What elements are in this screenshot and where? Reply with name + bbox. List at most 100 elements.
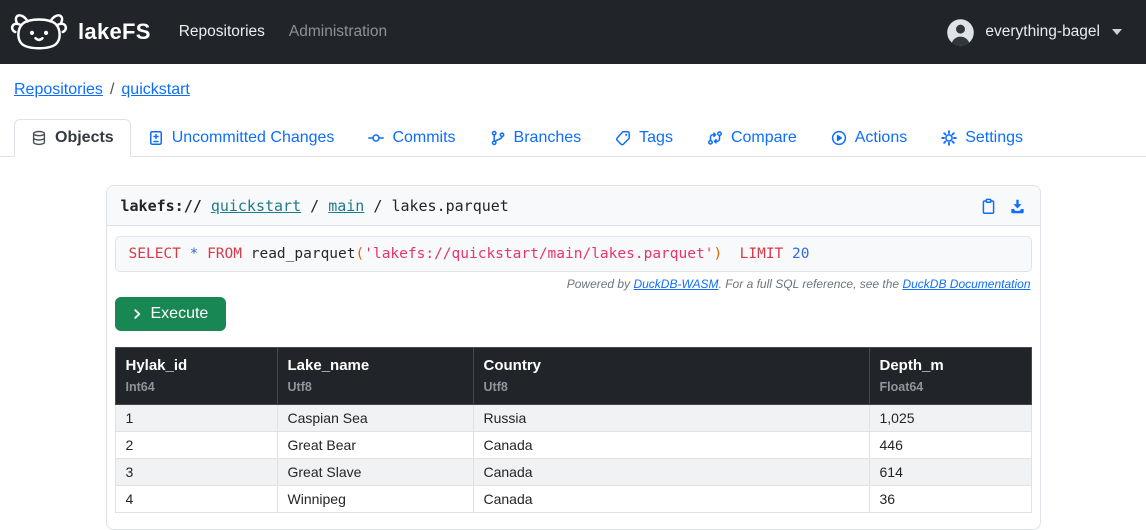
sql-paren-open: ( xyxy=(356,246,365,262)
chevron-right-icon xyxy=(133,308,142,320)
gear-icon xyxy=(941,130,957,146)
tab-commits-label: Commits xyxy=(392,129,455,147)
tab-tags[interactable]: Tags xyxy=(598,119,690,157)
sql-keyword-select: SELECT xyxy=(129,246,190,262)
column-header: Hylak_id Int64 xyxy=(115,348,277,405)
path-filename: lakes.parquet xyxy=(391,197,508,215)
tab-uncommitted-changes[interactable]: Uncommitted Changes xyxy=(131,119,352,157)
powered-by-note: Powered by DuckDB-WASM. For a full SQL r… xyxy=(116,277,1031,291)
tab-objects[interactable]: Objects xyxy=(14,119,131,157)
column-type: Utf8 xyxy=(484,380,859,394)
tab-compare[interactable]: Compare xyxy=(690,119,814,157)
object-viewer-card: lakefs:// quickstart / main / lakes.parq… xyxy=(106,185,1041,530)
tab-branches-label: Branches xyxy=(514,129,582,147)
path-separator: / xyxy=(364,197,391,215)
sql-paren-close: ) xyxy=(713,246,722,262)
cell-hylak-id: 2 xyxy=(115,432,277,459)
column-header: Depth_m Float64 xyxy=(869,348,1031,405)
tab-tags-label: Tags xyxy=(639,129,673,147)
path-scheme: lakefs:// xyxy=(121,197,211,215)
lakefs-axolotl-logo-icon xyxy=(10,10,68,54)
table-row: 4 Winnipeg Canada 36 xyxy=(115,486,1031,513)
breadcrumb-separator: / xyxy=(110,81,114,98)
path-branch-link[interactable]: main xyxy=(328,197,364,215)
tab-actions-label: Actions xyxy=(855,129,907,147)
sql-function: read_parquet xyxy=(251,246,356,262)
column-name: Country xyxy=(484,357,859,374)
table-row: 2 Great Bear Canada 446 xyxy=(115,432,1031,459)
file-diff-icon xyxy=(148,130,164,146)
cell-country: Canada xyxy=(473,486,869,513)
cell-lake-name: Winnipeg xyxy=(277,486,473,513)
clipboard-icon xyxy=(980,198,997,215)
execute-button[interactable]: Execute xyxy=(115,297,227,331)
copy-path-button[interactable] xyxy=(980,198,997,215)
nav-item-administration[interactable]: Administration xyxy=(289,23,387,41)
breadcrumb-repo-link[interactable]: quickstart xyxy=(121,81,189,98)
tab-uncommitted-changes-label: Uncommitted Changes xyxy=(172,129,335,147)
cell-hylak-id: 1 xyxy=(115,405,277,432)
tag-icon xyxy=(615,130,631,146)
path-separator: / xyxy=(301,197,328,215)
sql-keyword-limit: LIMIT xyxy=(722,246,792,262)
tab-branches[interactable]: Branches xyxy=(473,119,599,157)
download-icon xyxy=(1009,198,1026,215)
table-header-row: Hylak_id Int64 Lake_name Utf8 Country Ut… xyxy=(115,348,1031,405)
cell-depth-m: 36 xyxy=(869,486,1031,513)
nav-item-repositories[interactable]: Repositories xyxy=(179,23,265,41)
query-results-table: Hylak_id Int64 Lake_name Utf8 Country Ut… xyxy=(115,347,1032,513)
object-path: lakefs:// quickstart / main / lakes.parq… xyxy=(121,197,509,215)
breadcrumb-repositories-link[interactable]: Repositories xyxy=(14,81,103,98)
tab-objects-label: Objects xyxy=(55,129,114,147)
column-name: Lake_name xyxy=(288,357,463,374)
cell-hylak-id: 3 xyxy=(115,459,277,486)
cell-lake-name: Caspian Sea xyxy=(277,405,473,432)
sql-star: * xyxy=(190,246,207,262)
cell-lake-name: Great Slave xyxy=(277,459,473,486)
table-row: 1 Caspian Sea Russia 1,025 xyxy=(115,405,1031,432)
download-object-button[interactable] xyxy=(1009,198,1026,215)
column-header: Lake_name Utf8 xyxy=(277,348,473,405)
tab-compare-label: Compare xyxy=(731,129,797,147)
execute-button-label: Execute xyxy=(151,305,209,323)
avatar xyxy=(946,18,975,47)
path-repo-link[interactable]: quickstart xyxy=(211,197,301,215)
brand-title: lakeFS xyxy=(78,19,151,45)
cell-depth-m: 614 xyxy=(869,459,1031,486)
cell-country: Canada xyxy=(473,432,869,459)
sql-keyword-from: FROM xyxy=(207,246,251,262)
column-type: Int64 xyxy=(126,380,267,394)
table-row: 3 Great Slave Canada 614 xyxy=(115,459,1031,486)
tab-settings[interactable]: Settings xyxy=(924,119,1040,157)
duckdb-documentation-link[interactable]: DuckDB Documentation xyxy=(902,277,1030,291)
cell-country: Russia xyxy=(473,405,869,432)
powered-by-middle: . For a full SQL reference, see the xyxy=(719,277,903,291)
column-type: Utf8 xyxy=(288,380,463,394)
column-name: Hylak_id xyxy=(126,357,267,374)
object-viewer-body: SELECT * FROM read_parquet('lakefs://qui… xyxy=(107,226,1040,529)
database-icon xyxy=(31,130,47,146)
tab-actions[interactable]: Actions xyxy=(814,119,924,157)
tab-settings-label: Settings xyxy=(965,129,1023,147)
user-menu[interactable]: everything-bagel xyxy=(946,18,1122,47)
cell-hylak-id: 4 xyxy=(115,486,277,513)
sql-string-literal: 'lakefs://quickstart/main/lakes.parquet' xyxy=(364,246,713,262)
object-path-header: lakefs:// quickstart / main / lakes.parq… xyxy=(107,186,1040,226)
duckdb-wasm-link[interactable]: DuckDB-WASM xyxy=(633,277,718,291)
powered-by-prefix: Powered by xyxy=(567,277,634,291)
cell-country: Canada xyxy=(473,459,869,486)
top-navbar: lakeFS Repositories Administration every… xyxy=(0,0,1146,64)
username: everything-bagel xyxy=(985,23,1100,41)
repository-tabs: Objects Uncommitted Changes Commits Bran… xyxy=(0,119,1146,157)
cell-lake-name: Great Bear xyxy=(277,432,473,459)
sql-number-literal: 20 xyxy=(792,246,809,262)
cell-depth-m: 1,025 xyxy=(869,405,1031,432)
column-type: Float64 xyxy=(880,380,1021,394)
column-name: Depth_m xyxy=(880,357,1021,374)
breadcrumb: Repositories / quickstart xyxy=(14,81,1146,99)
sql-query-input[interactable]: SELECT * FROM read_parquet('lakefs://qui… xyxy=(115,236,1032,272)
branch-icon xyxy=(490,130,506,146)
tab-commits[interactable]: Commits xyxy=(351,119,472,157)
column-header: Country Utf8 xyxy=(473,348,869,405)
play-circle-icon xyxy=(831,130,847,146)
